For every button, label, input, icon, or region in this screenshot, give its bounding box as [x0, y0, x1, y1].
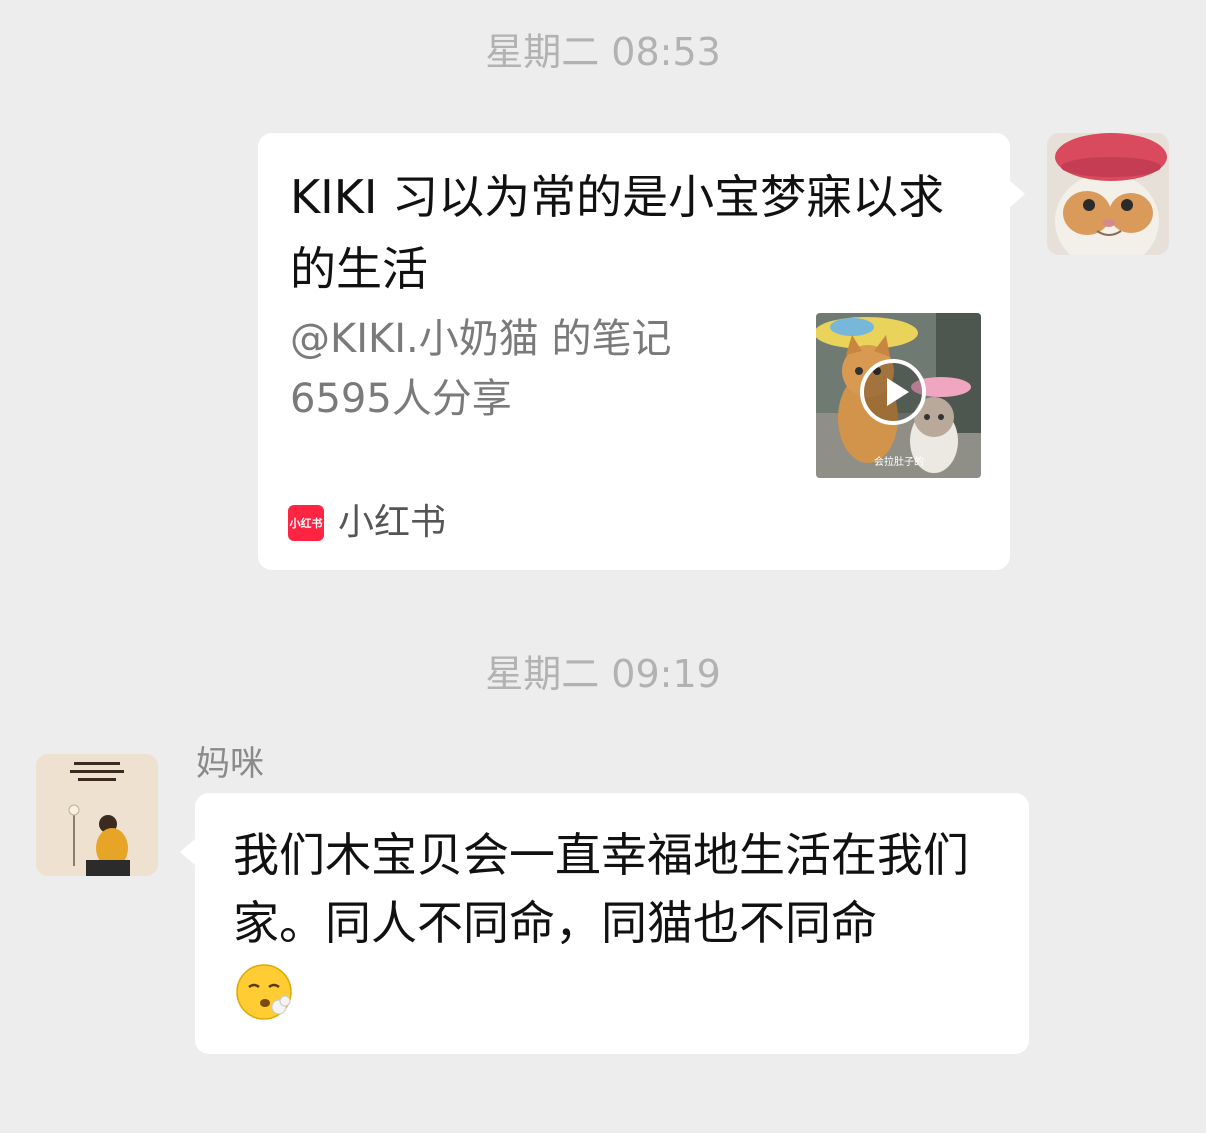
- message-bubble[interactable]: 我们木宝贝会一直幸福地生活在我们家。同人不同命，同猫也不同命: [195, 793, 1029, 1054]
- play-icon[interactable]: [860, 359, 926, 425]
- self-avatar[interactable]: [1047, 133, 1169, 255]
- bubble-tail: [1009, 180, 1025, 208]
- xiaohongshu-logo-icon: 小红书: [288, 505, 324, 541]
- sender-name: 妈咪: [196, 744, 264, 784]
- shared-note-card[interactable]: KIKI 习以为常的是小宝梦寐以求的生活 @KIKI.小奶猫 的笔记 6595人…: [258, 133, 1010, 570]
- video-thumbnail[interactable]: 会拉肚子的: [816, 313, 981, 478]
- bubble-tail: [180, 838, 196, 866]
- timestamp: 星期二 08:53: [485, 30, 721, 74]
- card-author: @KIKI.小奶猫 的笔记: [290, 316, 672, 362]
- contact-avatar[interactable]: [36, 754, 158, 876]
- message-text: 我们木宝贝会一直幸福地生活在我们家。同人不同命，同猫也不同命: [233, 828, 969, 950]
- source-app-name: 小红书: [338, 502, 447, 543]
- face-exhaling-icon: [236, 964, 292, 1020]
- card-share-count: 6595人分享: [290, 376, 512, 422]
- cat-hat-avatar-image: [1047, 133, 1169, 255]
- thumbnail-caption: 会拉肚子的: [874, 457, 924, 468]
- card-title: KIKI 习以为常的是小宝梦寐以求的生活: [290, 170, 945, 296]
- girl-illustration-avatar-image: [36, 754, 158, 876]
- timestamp: 星期二 09:19: [485, 652, 721, 696]
